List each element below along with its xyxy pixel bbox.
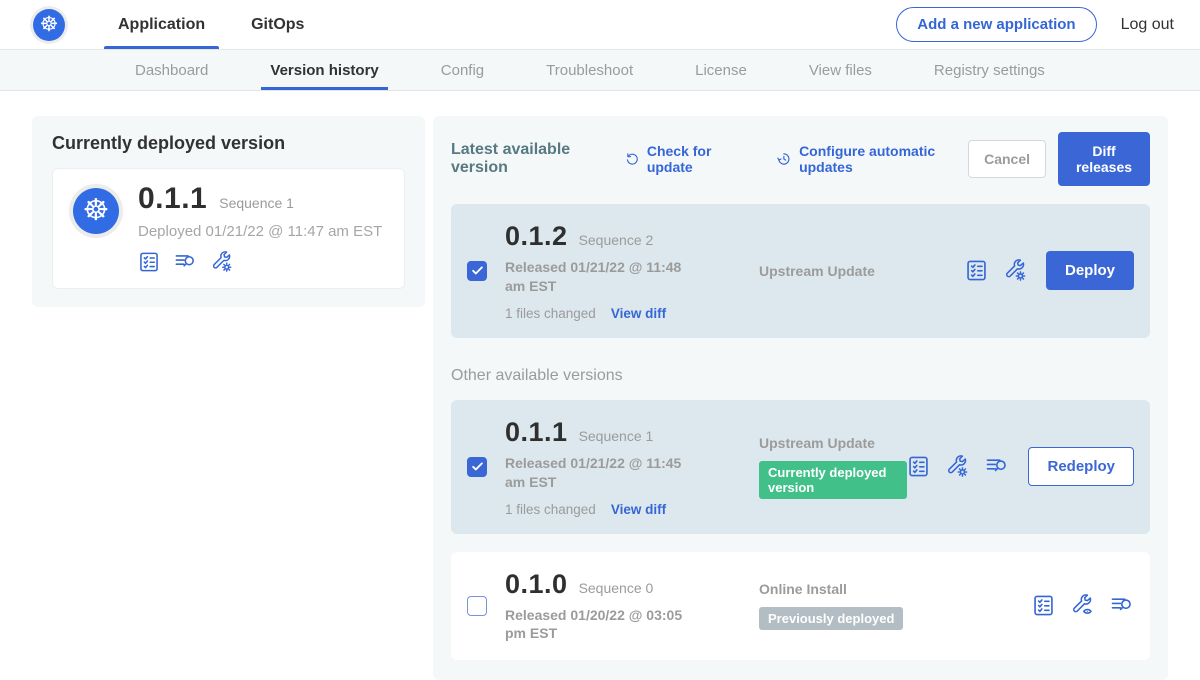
subnav-tab-license[interactable]: License [664, 50, 778, 90]
view-diff-link[interactable]: View diff [611, 502, 666, 517]
topnav-tabs: Application GitOps [104, 0, 336, 49]
subnav-tab-registry-settings[interactable]: Registry settings [903, 50, 1076, 90]
files-changed-label: 1 files changed [505, 306, 596, 321]
version-history-panel: Latest available version Check for updat… [433, 116, 1168, 680]
tab-application[interactable]: Application [104, 0, 219, 49]
version-source: Online Install Previously deployed [723, 581, 1032, 630]
version-actions [1032, 594, 1134, 617]
cancel-button[interactable]: Cancel [968, 140, 1046, 178]
tab-gitops[interactable]: GitOps [237, 0, 318, 49]
subnav-tab-dashboard[interactable]: Dashboard [104, 50, 239, 90]
released-timestamp: Released 01/21/22 @ 11:45 am EST [505, 454, 701, 492]
subnav-tab-label: Version history [270, 62, 378, 79]
currently-deployed-badge: Currently deployed version [759, 461, 907, 499]
version-row-0-1-2: 0.1.2 Sequence 2 Released 01/21/22 @ 11:… [451, 204, 1150, 338]
source-label: Online Install [759, 581, 1032, 597]
currently-deployed-title: Currently deployed version [52, 133, 405, 154]
deployed-timestamp: Deployed 01/21/22 @ 11:47 am EST [138, 223, 382, 240]
check-for-update-label: Check for update [647, 143, 747, 175]
latest-version-header: Latest available version Check for updat… [451, 132, 1150, 186]
currently-deployed-panel: Currently deployed version ☸ 0.1.1 Seque… [32, 116, 425, 307]
subnav-tab-config[interactable]: Config [410, 50, 515, 90]
version-source: Upstream Update [723, 263, 965, 279]
deploy-logs-icon[interactable] [173, 251, 197, 273]
check-icon [470, 263, 485, 278]
subnav-tab-label: Troubleshoot [546, 62, 633, 79]
header-buttons: Cancel Diff releases [968, 132, 1150, 186]
deployed-version-number: 0.1.1 [138, 182, 207, 216]
top-navbar: ☸ Application GitOps Add a new applicati… [0, 0, 1200, 50]
refresh-icon [625, 151, 640, 168]
version-checkbox[interactable] [467, 596, 487, 616]
version-row-0-1-0: 0.1.0 Sequence 0 Released 01/20/22 @ 03:… [451, 552, 1150, 661]
deploy-button[interactable]: Deploy [1046, 251, 1134, 290]
update-links: Check for update Configure automatic upd… [625, 143, 968, 175]
version-info: 0.1.0 Sequence 0 Released 01/20/22 @ 03:… [505, 569, 723, 644]
preflight-checks-icon[interactable] [138, 251, 160, 273]
files-changed-label: 1 files changed [505, 502, 596, 517]
preflight-checks-icon[interactable] [907, 455, 930, 478]
version-info: 0.1.2 Sequence 2 Released 01/21/22 @ 11:… [505, 221, 723, 321]
subnav-tab-troubleshoot[interactable]: Troubleshoot [515, 50, 664, 90]
clock-arrow-icon [776, 150, 792, 168]
version-source: Upstream Update Currently deployed versi… [723, 435, 907, 499]
version-number: 0.1.2 [505, 221, 568, 252]
preflight-checks-icon[interactable] [1032, 594, 1055, 617]
topnav-right: Add a new application Log out [896, 7, 1174, 42]
subnav-tab-label: Registry settings [934, 62, 1045, 79]
tab-gitops-label: GitOps [251, 16, 304, 34]
app-logo: ☸ [69, 184, 123, 238]
deploy-logs-icon[interactable] [1109, 594, 1134, 617]
deploy-logs-icon[interactable] [984, 455, 1009, 478]
add-application-button[interactable]: Add a new application [896, 7, 1096, 42]
view-diff-link[interactable]: View diff [611, 306, 666, 321]
version-row-0-1-1: 0.1.1 Sequence 1 Released 01/21/22 @ 11:… [451, 400, 1150, 534]
kubernetes-logo-icon: ☸ [33, 9, 65, 41]
released-timestamp: Released 01/20/22 @ 03:05 pm EST [505, 606, 701, 644]
subnav-tab-version-history[interactable]: Version history [239, 50, 409, 90]
check-for-update-link[interactable]: Check for update [625, 143, 746, 175]
edit-config-icon[interactable] [210, 251, 233, 273]
version-sequence: Sequence 0 [579, 580, 654, 596]
version-actions: Deploy [965, 251, 1134, 290]
version-checkbox[interactable] [467, 457, 487, 477]
latest-version-title: Latest available version [451, 141, 611, 177]
other-versions-label: Other available versions [451, 367, 1150, 385]
redeploy-button[interactable]: Redeploy [1028, 447, 1134, 486]
edit-config-icon[interactable] [945, 455, 969, 478]
tab-application-label: Application [118, 16, 205, 34]
source-label: Upstream Update [759, 263, 965, 279]
kubernetes-logo-icon: ☸ [73, 188, 119, 234]
check-icon [470, 459, 485, 474]
source-label: Upstream Update [759, 435, 907, 451]
app-logo: ☸ [30, 6, 68, 44]
view-config-icon[interactable] [1070, 594, 1094, 617]
logout-link[interactable]: Log out [1121, 16, 1174, 34]
main-content: Currently deployed version ☸ 0.1.1 Seque… [0, 91, 1200, 680]
subnav-tab-view-files[interactable]: View files [778, 50, 903, 90]
version-info: 0.1.1 Sequence 1 Released 01/21/22 @ 11:… [505, 417, 723, 517]
preflight-checks-icon[interactable] [965, 259, 988, 282]
configure-automatic-updates-link[interactable]: Configure automatic updates [776, 143, 968, 175]
subnav-tab-label: Config [441, 62, 484, 79]
version-actions: Redeploy [907, 447, 1134, 486]
released-timestamp: Released 01/21/22 @ 11:48 am EST [505, 258, 701, 296]
version-number: 0.1.1 [505, 417, 568, 448]
deployed-sequence: Sequence 1 [219, 195, 294, 211]
version-sequence: Sequence 2 [579, 232, 654, 248]
previously-deployed-badge: Previously deployed [759, 607, 903, 630]
currently-deployed-card: ☸ 0.1.1 Sequence 1 Deployed 01/21/22 @ 1… [52, 168, 405, 289]
version-sequence: Sequence 1 [579, 428, 654, 444]
diff-releases-button[interactable]: Diff releases [1058, 132, 1150, 186]
version-number: 0.1.0 [505, 569, 568, 600]
edit-config-icon[interactable] [1003, 259, 1027, 282]
subnav-tab-label: License [695, 62, 747, 79]
subnav-tab-label: Dashboard [135, 62, 208, 79]
app-subnav: Dashboard Version history Config Trouble… [0, 50, 1200, 91]
version-checkbox[interactable] [467, 261, 487, 281]
subnav-tab-label: View files [809, 62, 872, 79]
deployed-details: 0.1.1 Sequence 1 Deployed 01/21/22 @ 11:… [138, 182, 382, 273]
configure-automatic-updates-label: Configure automatic updates [799, 143, 968, 175]
